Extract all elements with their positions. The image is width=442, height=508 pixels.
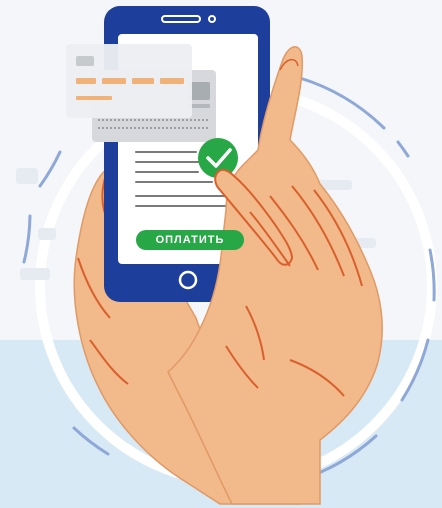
- illustration-stage: ОПЛАТИТЬ: [0, 0, 442, 508]
- pay-button[interactable]: ОПЛАТИТЬ: [136, 230, 244, 250]
- card-front: [66, 44, 192, 118]
- payment-illustration: [16, 6, 437, 505]
